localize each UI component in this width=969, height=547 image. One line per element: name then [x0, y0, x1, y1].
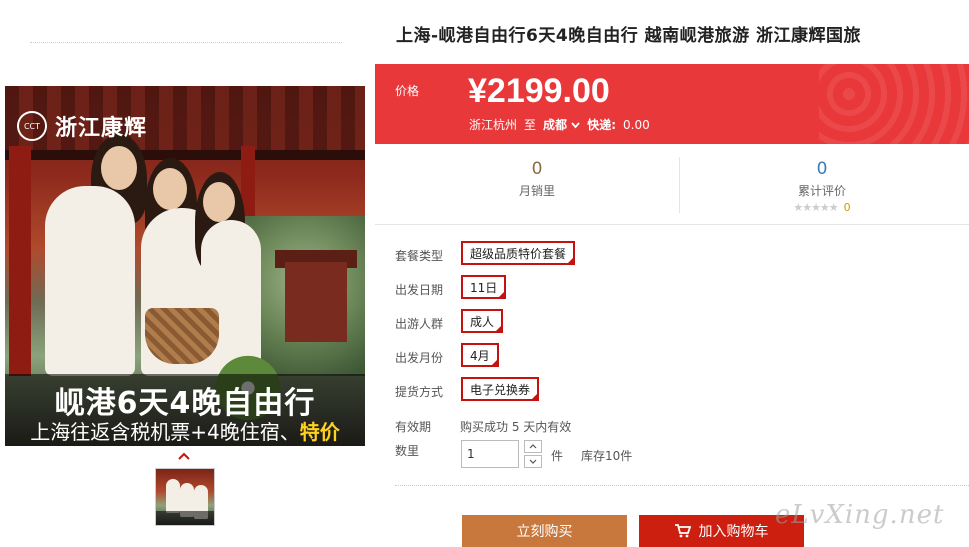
person-figure	[45, 186, 135, 376]
quantity-input[interactable]	[461, 440, 519, 468]
quantity-unit: 件	[551, 449, 564, 463]
option-chip-selected[interactable]: 超级品质特价套餐	[461, 241, 576, 265]
person-face	[203, 182, 235, 222]
rating-stars: ★★★★★ 0	[767, 201, 877, 214]
image-beam-decor	[5, 150, 365, 160]
image-pavilion	[285, 262, 347, 342]
product-title: 上海-岘港自由行6天4晚自由行 越南岘港旅游 浙江康辉国旅	[396, 26, 862, 46]
product-main-image: CCT 浙江康辉 岘港6天4晚自由行 上海往返含税机票+4晚住宿、特价	[5, 86, 365, 446]
option-label: 出发月份	[395, 351, 444, 365]
route-destination-select[interactable]: 成都	[543, 116, 580, 133]
chevron-up-icon[interactable]	[178, 449, 190, 463]
buy-divider	[395, 485, 969, 486]
option-chip-selected[interactable]: 成人	[461, 309, 504, 333]
monthly-sales-count: 0	[531, 159, 543, 179]
option-label: 提货方式	[395, 385, 444, 399]
shipping-route: 浙江杭州 至 成都 快递: 0.00	[469, 116, 650, 133]
option-chip-selected[interactable]: 电子兑换券	[461, 377, 540, 401]
quantity-decrease-button[interactable]	[524, 455, 542, 468]
reviews-stat[interactable]: 0 累计评价 ★★★★★ 0	[767, 159, 877, 214]
route-destination: 成都	[543, 118, 568, 132]
validity-label: 有效期	[395, 420, 432, 434]
reviews-label: 累计评价	[797, 184, 846, 198]
add-to-cart-label: 加入购物车	[698, 523, 769, 539]
thumb-banner	[156, 511, 214, 525]
option-chip-selected[interactable]: 4月	[461, 343, 499, 367]
price-pattern-decor	[819, 64, 969, 144]
image-subline: 上海往返含税机票+4晚住宿、特价	[5, 416, 365, 445]
image-pillar	[9, 146, 31, 376]
rating-count: 0	[843, 201, 851, 214]
stock-count: 库存10件	[581, 449, 633, 463]
person-face	[153, 168, 187, 210]
watermark: eLvXing.net	[775, 500, 945, 530]
chevron-down-icon	[529, 459, 537, 464]
stats-divider	[679, 157, 680, 213]
thumb-figure	[166, 479, 180, 513]
product-thumbnail[interactable]	[155, 468, 215, 526]
cart-icon	[674, 524, 691, 538]
validity-value: 购买成功 5 天内有效	[460, 420, 572, 434]
sales-stats: 0 月销里 0 累计评价 ★★★★★ 0	[375, 145, 969, 225]
image-basket	[145, 308, 219, 364]
logo-text: 浙江康辉	[55, 116, 148, 141]
image-subline-text: 上海往返含税机票+4晚住宿、	[30, 420, 300, 444]
route-origin: 浙江杭州	[469, 118, 518, 132]
price-label: 价格	[395, 84, 420, 98]
shipping-value: 0.00	[623, 117, 650, 132]
top-divider	[30, 42, 342, 43]
chevron-up-icon	[529, 444, 537, 449]
reviews-count: 0	[816, 159, 828, 179]
quantity-label: 数里	[395, 444, 420, 458]
price-value: ¥2199.00	[468, 72, 610, 110]
person-face	[101, 146, 137, 190]
logo-mark: CCT	[17, 111, 47, 141]
monthly-sales-label: 月销里	[518, 184, 555, 198]
option-label: 出游人群	[395, 317, 444, 331]
route-to: 至	[524, 118, 537, 132]
chevron-down-icon	[571, 122, 580, 129]
option-label: 套餐类型	[395, 249, 444, 263]
quantity-increase-button[interactable]	[524, 440, 542, 453]
option-label: 出发日期	[395, 283, 444, 297]
price-panel: 价格 ¥2199.00 浙江杭州 至 成都 快递: 0.00	[375, 64, 969, 144]
buy-now-button[interactable]: 立刻购买	[462, 515, 627, 547]
shipping-label: 快递:	[587, 118, 617, 132]
star-icons: ★★★★★	[793, 201, 838, 214]
image-subline-highlight: 特价	[299, 420, 340, 444]
monthly-sales-stat: 0 月销里	[487, 159, 587, 199]
brand-logo: CCT 浙江康辉	[17, 110, 147, 142]
option-chip-selected[interactable]: 11日	[461, 275, 507, 299]
